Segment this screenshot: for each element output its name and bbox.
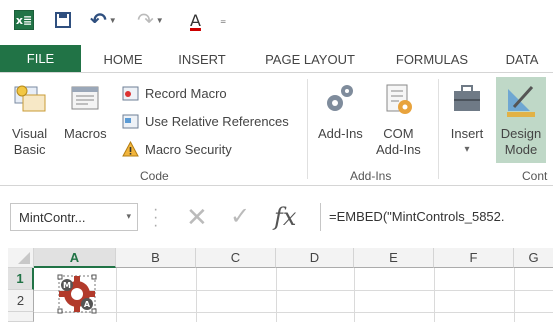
group-separator [307, 79, 308, 179]
tab-file[interactable]: FILE [0, 45, 81, 72]
row-header-2[interactable]: 2 [8, 290, 34, 312]
chevron-down-icon[interactable]: ▾ [126, 211, 131, 222]
formula-buttons: ✕ ✓ fx [172, 203, 312, 231]
insert-control-button[interactable]: Insert ▾ [450, 81, 484, 158]
row-header-3[interactable] [8, 312, 34, 322]
com-add-ins-icon [381, 81, 415, 121]
tab-formulas[interactable]: FORMULAS [388, 46, 476, 72]
group-label-controls: Cont [522, 169, 548, 183]
tab-data[interactable]: DATA [497, 46, 547, 72]
record-macro-button[interactable]: Record Macro [122, 83, 227, 103]
insert-function-icon[interactable]: fx [274, 203, 296, 231]
relative-references-icon [122, 113, 139, 130]
gridline [514, 268, 515, 322]
name-box[interactable]: MintContr... ▾ [10, 203, 138, 231]
visual-basic-label-1: Visual [12, 126, 48, 141]
column-header-b[interactable]: B [116, 248, 196, 268]
formula-bar-area: MintContr... ▾ · · · ✕ ✓ fx =EMBED("MintCo… [0, 186, 553, 244]
macro-security-button[interactable]: Macro Security [122, 139, 232, 159]
excel-logo-icon[interactable]: x≣ [14, 9, 34, 31]
column-header-a[interactable]: A [34, 248, 116, 268]
column-header-c[interactable]: C [196, 248, 276, 268]
ribbon-tabs: FILE HOME INSERT PAGE LAYOUT FORMULAS DA… [0, 40, 553, 72]
visual-basic-label-2: Basic [13, 142, 46, 157]
column-header-e[interactable]: E [354, 248, 434, 268]
mint-control-icon: M A [57, 274, 97, 314]
visual-basic-button[interactable]: Visual Basic [12, 81, 47, 158]
formula-input[interactable]: =EMBED("MintControls_5852. [320, 203, 553, 231]
design-mode-label-1: Design [500, 126, 542, 141]
com-add-ins-label-1: COM [383, 126, 414, 141]
gridline [354, 268, 355, 322]
group-separator [438, 79, 439, 179]
design-mode-label-2: Mode [504, 142, 538, 157]
column-header-g[interactable]: G [514, 248, 553, 268]
group-label-code: Code [140, 169, 169, 183]
com-add-ins-label-2: Add-Ins [376, 142, 421, 157]
resize-handle-icon[interactable]: · · · [153, 202, 158, 234]
warning-icon [122, 140, 139, 158]
font-color-icon[interactable]: A [190, 9, 201, 31]
macros-button[interactable]: Macros [64, 81, 107, 142]
save-icon[interactable] [55, 9, 71, 31]
add-ins-button[interactable]: Add-Ins [318, 81, 363, 142]
macros-label: Macros [64, 126, 107, 141]
column-header-d[interactable]: D [276, 248, 354, 268]
row-header-1[interactable]: 1 [8, 268, 34, 290]
undo-icon[interactable]: ↶ ▼ [90, 9, 117, 32]
tab-page-layout[interactable]: PAGE LAYOUT [255, 46, 365, 72]
com-add-ins-button[interactable]: COM Add-Ins [376, 81, 421, 158]
gridline [276, 268, 277, 322]
use-relative-references-button[interactable]: Use Relative References [122, 111, 289, 131]
gridline [434, 268, 435, 322]
record-macro-label: Record Macro [145, 85, 227, 101]
insert-control-caret: ▾ [464, 144, 470, 155]
toolbox-icon [450, 81, 484, 121]
gridline [196, 268, 197, 322]
insert-control-label: Insert [450, 126, 484, 141]
tab-home[interactable]: HOME [96, 46, 150, 72]
gridline [34, 290, 553, 291]
visual-basic-icon [13, 81, 47, 121]
gears-icon [323, 81, 357, 121]
redo-icon[interactable]: ↷ ▼ [137, 9, 164, 32]
control-letter-a: A [84, 300, 91, 309]
design-mode-icon [504, 81, 538, 121]
worksheet-grid[interactable]: A B C D E F G 1 2 M A [0, 244, 553, 322]
enter-icon[interactable]: ✓ [230, 203, 250, 231]
design-mode-button[interactable]: Design Mode [496, 77, 546, 163]
tab-insert[interactable]: INSERT [172, 46, 232, 72]
ribbon: Visual Basic Macros Record Macro Use Rel… [0, 72, 553, 186]
control-letter-m: M [63, 281, 71, 290]
group-label-add-ins: Add-Ins [350, 169, 392, 183]
macros-icon [68, 81, 102, 121]
use-relative-references-label: Use Relative References [145, 113, 289, 129]
gridline [116, 268, 117, 322]
add-ins-label: Add-Ins [318, 126, 363, 141]
record-macro-icon [122, 85, 139, 102]
select-all-button[interactable] [8, 248, 34, 268]
macro-security-label: Macro Security [145, 141, 232, 157]
font-color-letter: A [190, 10, 201, 30]
cancel-icon[interactable]: ✕ [186, 203, 208, 231]
name-box-value: MintContr... [19, 209, 86, 225]
gridline [34, 312, 553, 313]
column-header-f[interactable]: F [434, 248, 514, 268]
customize-qat-icon[interactable]: ₌ [220, 9, 226, 31]
embedded-mint-control[interactable]: M A [55, 272, 99, 316]
excel-logo-glyph: x≣ [14, 10, 34, 30]
quick-access-toolbar: x≣ ↶ ▼ ↷ ▼ A ₌ [0, 0, 553, 40]
